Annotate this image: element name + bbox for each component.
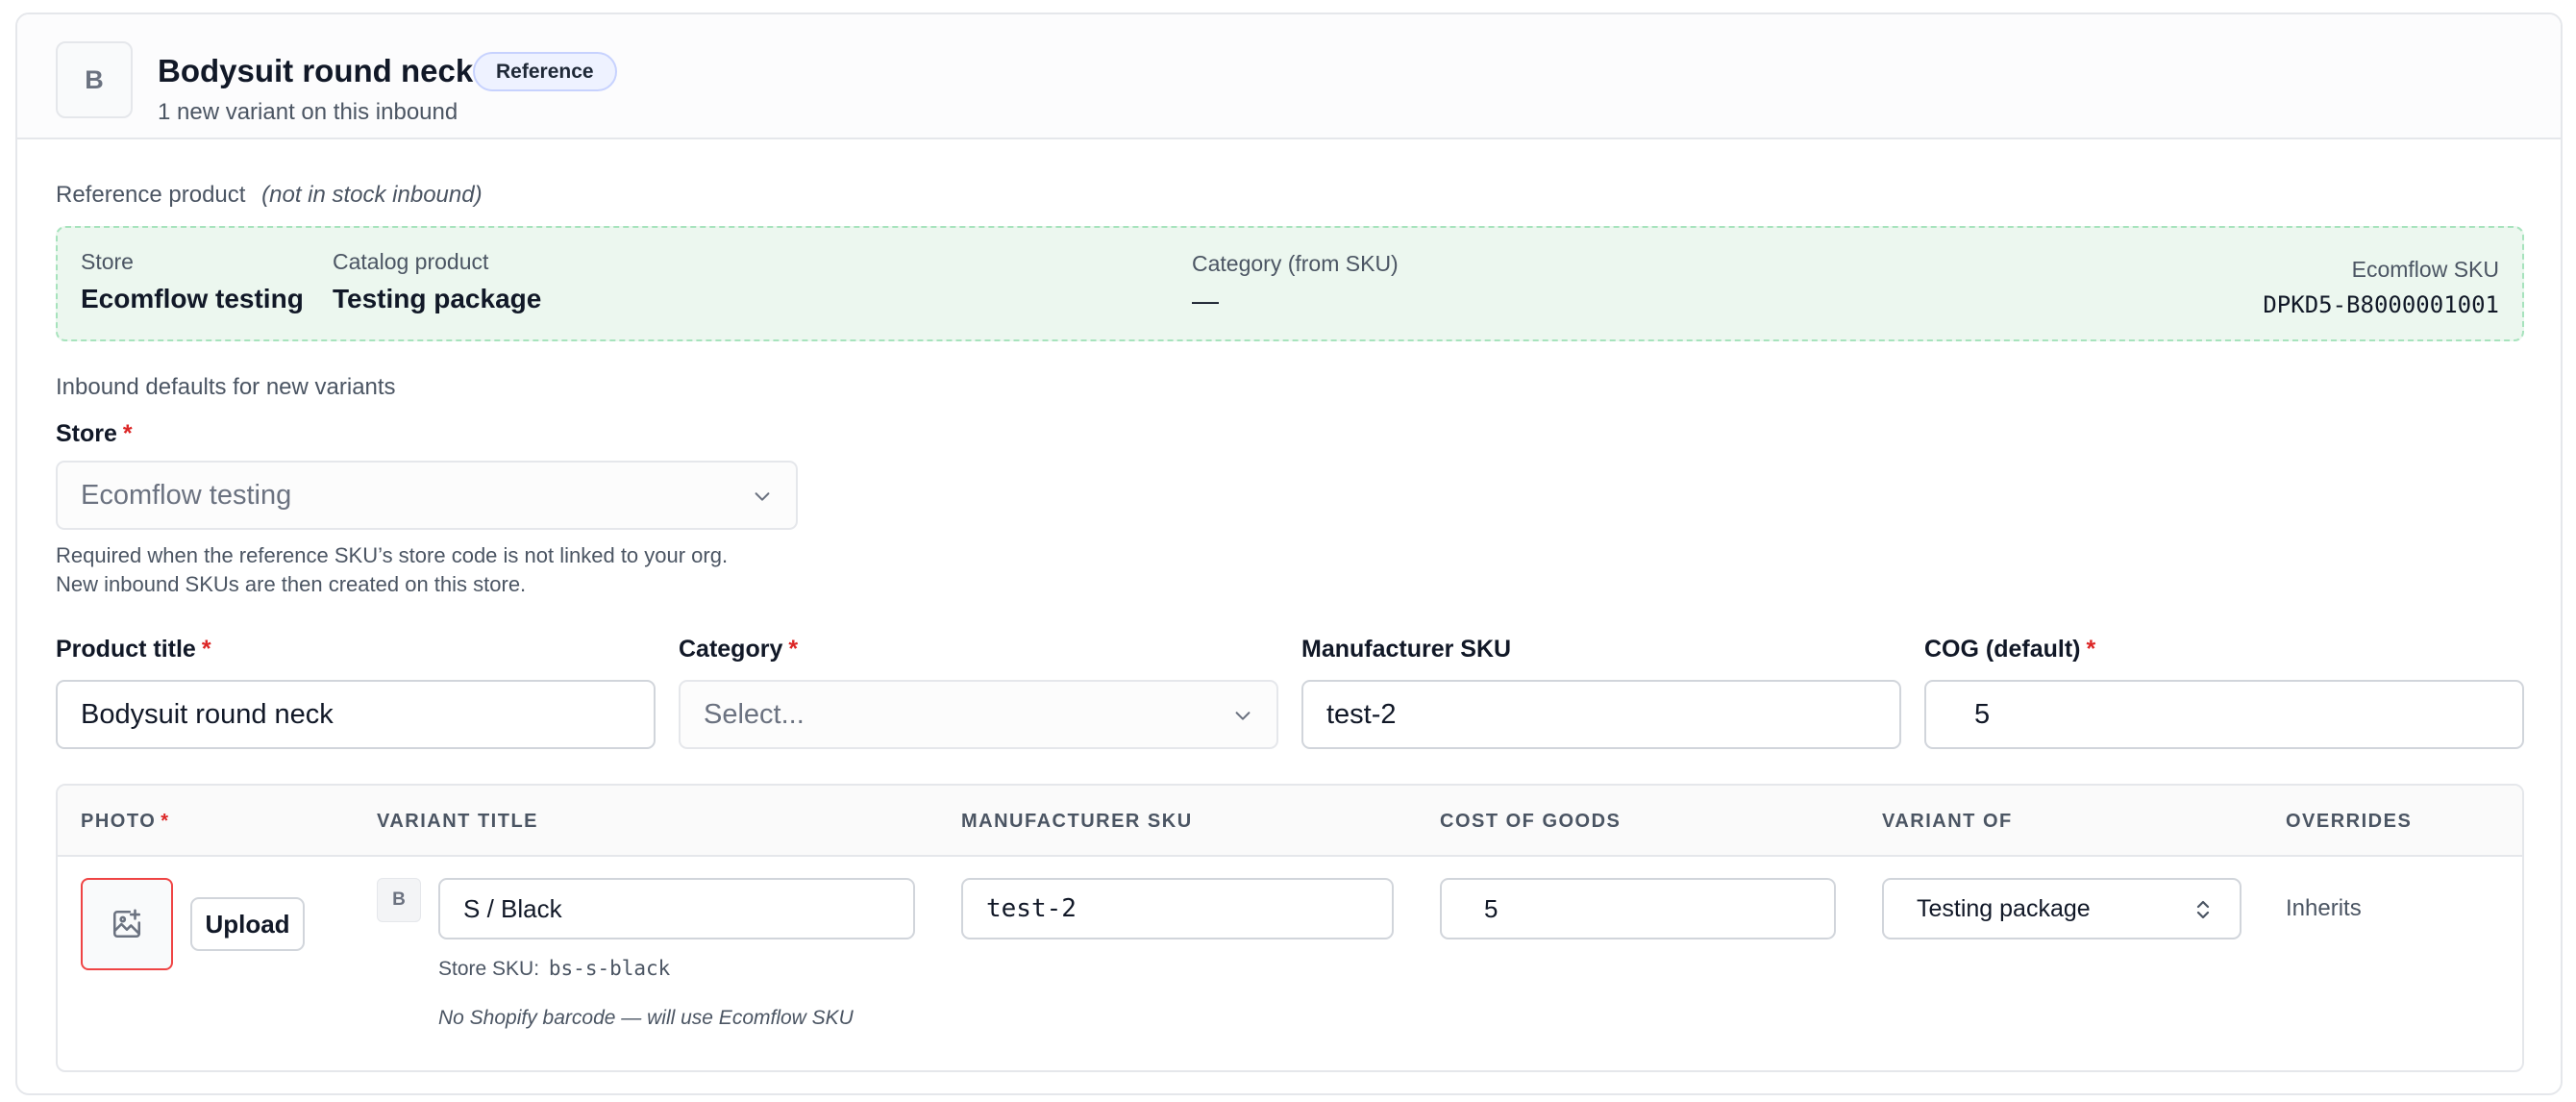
reference-product-panel: Store Ecomflow testing Catalog product T… bbox=[56, 226, 2524, 341]
ref-store-key: Store bbox=[81, 249, 134, 274]
th-photo-text: PHOTO bbox=[81, 811, 157, 832]
store-help-line-1: Required when the reference SKU’s store … bbox=[56, 543, 729, 567]
variant-of-select[interactable]: Testing package bbox=[1882, 878, 2242, 939]
store-select-value: Ecomflow testing bbox=[81, 479, 292, 511]
photo-dropzone[interactable] bbox=[81, 878, 173, 970]
th-photo: PHOTO * bbox=[81, 811, 170, 833]
chevron-down-icon bbox=[755, 492, 770, 501]
variant-count-subtitle: 1 new variant on this inbound bbox=[158, 99, 458, 125]
table-header: PHOTO * VARIANT TITLE MANUFACTURER SKU CO… bbox=[58, 786, 2522, 857]
th-variant-title: VARIANT TITLE bbox=[377, 811, 539, 832]
variant-cost-input[interactable]: 5 bbox=[1440, 878, 1836, 939]
cog-label-text: COG (default) bbox=[1924, 636, 2081, 663]
chevron-down-icon bbox=[1235, 712, 1251, 720]
ref-category-value: — bbox=[1192, 286, 1219, 315]
inbound-product-card: B Bodysuit round neck Reference 1 new va… bbox=[15, 13, 2563, 1095]
variant-title-value: S / Black bbox=[463, 893, 562, 923]
ref-category-key: Category (from SKU) bbox=[1192, 251, 1399, 276]
store-sku-value: bs-s-black bbox=[548, 957, 671, 980]
required-mark: * bbox=[122, 420, 133, 447]
product-title-label: Product title * bbox=[56, 636, 211, 664]
cog-label: COG (default) * bbox=[1924, 636, 2095, 664]
product-title-value: Bodysuit round neck bbox=[81, 698, 334, 730]
category-placeholder: Select... bbox=[704, 698, 805, 730]
manufacturer-sku-value: test-2 bbox=[1326, 698, 1397, 730]
th-manufacturer-sku: MANUFACTURER SKU bbox=[961, 811, 1193, 832]
product-name: Bodysuit round neck bbox=[158, 53, 474, 88]
ref-sku-value: DPKD5-B8000001001 bbox=[2263, 291, 2499, 318]
required-mark: * bbox=[2086, 636, 2096, 663]
variant-manufacturer-sku-input[interactable]: test-2 bbox=[961, 878, 1394, 939]
required-mark: * bbox=[201, 636, 211, 663]
th-overrides: OVERRIDES bbox=[2286, 811, 2413, 832]
reference-note: (not in stock inbound) bbox=[261, 182, 483, 208]
reference-badge: Reference bbox=[473, 52, 617, 91]
category-label: Category * bbox=[679, 636, 798, 664]
overrides-value: Inherits bbox=[2286, 895, 2362, 921]
upload-photo-button[interactable]: Upload bbox=[190, 897, 305, 951]
required-mark: * bbox=[161, 811, 170, 832]
variant-of-value: Testing package bbox=[1917, 894, 2091, 922]
store-select[interactable]: Ecomflow testing bbox=[56, 461, 798, 530]
category-select[interactable]: Select... bbox=[679, 680, 1278, 749]
cog-input[interactable]: 5 bbox=[1924, 680, 2524, 749]
inbound-defaults-label: Inbound defaults for new variants bbox=[56, 374, 396, 400]
variants-table: PHOTO * VARIANT TITLE MANUFACTURER SKU CO… bbox=[56, 784, 2524, 1072]
ref-catalog-key: Catalog product bbox=[333, 249, 489, 274]
product-avatar: B bbox=[56, 41, 133, 118]
variant-avatar: B bbox=[377, 878, 421, 922]
product-title-input[interactable]: Bodysuit round neck bbox=[56, 680, 656, 749]
required-mark: * bbox=[788, 636, 799, 663]
image-plus-icon bbox=[112, 909, 141, 939]
store-label-text: Store bbox=[56, 420, 117, 447]
th-variant-of: VARIANT OF bbox=[1882, 811, 2013, 832]
cog-value: 5 bbox=[1974, 698, 1991, 730]
variant-manufacturer-sku-value: test-2 bbox=[986, 894, 1077, 923]
category-label-text: Category bbox=[679, 636, 783, 663]
ref-store-value: Ecomflow testing bbox=[81, 284, 304, 313]
reference-label-text: Reference product bbox=[56, 182, 246, 208]
card-header: B Bodysuit round neck Reference 1 new va… bbox=[17, 14, 2561, 139]
reference-product-label: Reference product (not in stock inbound) bbox=[56, 182, 483, 209]
manufacturer-sku-input[interactable]: test-2 bbox=[1301, 680, 1901, 749]
product-title-label-text: Product title bbox=[56, 636, 196, 663]
barcode-note: No Shopify barcode — will use Ecomflow S… bbox=[438, 1007, 854, 1029]
ref-sku-key: Ecomflow SKU bbox=[2351, 257, 2499, 282]
ref-catalog-value: Testing package bbox=[333, 284, 542, 313]
variant-cost-value: 5 bbox=[1484, 893, 1499, 923]
store-field-label: Store * bbox=[56, 420, 133, 448]
variant-title-input[interactable]: S / Black bbox=[438, 878, 915, 939]
store-help-line-2: New inbound SKUs are then created on thi… bbox=[56, 572, 527, 596]
store-sku-label: Store SKU: bbox=[438, 958, 540, 980]
manufacturer-sku-label: Manufacturer SKU bbox=[1301, 636, 1512, 663]
th-cost-of-goods: COST OF GOODS bbox=[1440, 811, 1622, 832]
chevron-up-down-icon bbox=[2196, 900, 2210, 919]
store-sku-note: Store SKU: bs-s-black bbox=[438, 957, 670, 981]
